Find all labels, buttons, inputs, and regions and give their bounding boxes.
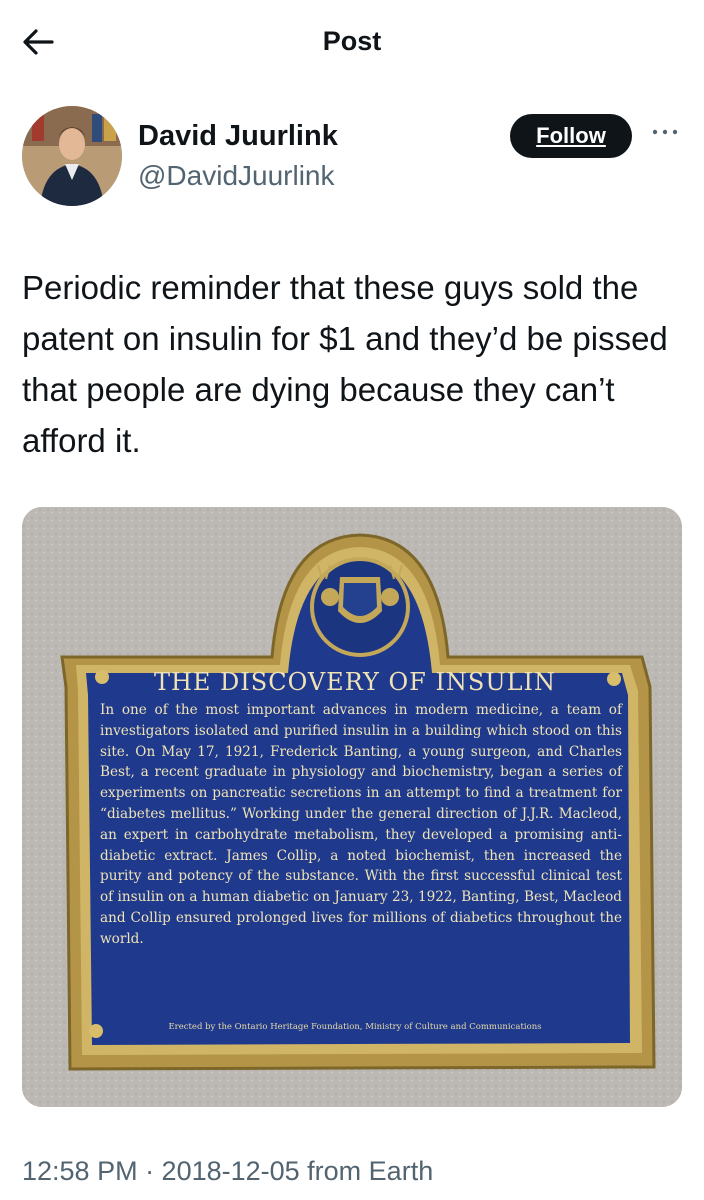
- post-text: Periodic reminder that these guys sold t…: [22, 269, 668, 459]
- author-name[interactable]: David Juurlink: [138, 120, 338, 153]
- post-timestamp[interactable]: 12:58 PM · 2018-12-05 from Earth: [22, 1156, 433, 1187]
- author-handle[interactable]: @DavidJuurlink: [138, 160, 335, 192]
- plaque-body: In one of the most important advances in…: [100, 702, 622, 947]
- plaque-title: THE DISCOVERY OF INSULIN: [153, 668, 557, 696]
- top-bar: Post: [0, 0, 704, 86]
- follow-button[interactable]: Follow: [510, 114, 632, 158]
- page-title: Post: [322, 26, 382, 56]
- avatar-image: [22, 106, 122, 206]
- avatar[interactable]: [22, 106, 122, 206]
- more-dots-icon[interactable]: [650, 122, 680, 142]
- plaque-credit: Erected by the Ontario Heritage Foundati…: [168, 1022, 542, 1032]
- plaque-text: THE DISCOVERY OF INSULIN In one of the m…: [80, 668, 630, 950]
